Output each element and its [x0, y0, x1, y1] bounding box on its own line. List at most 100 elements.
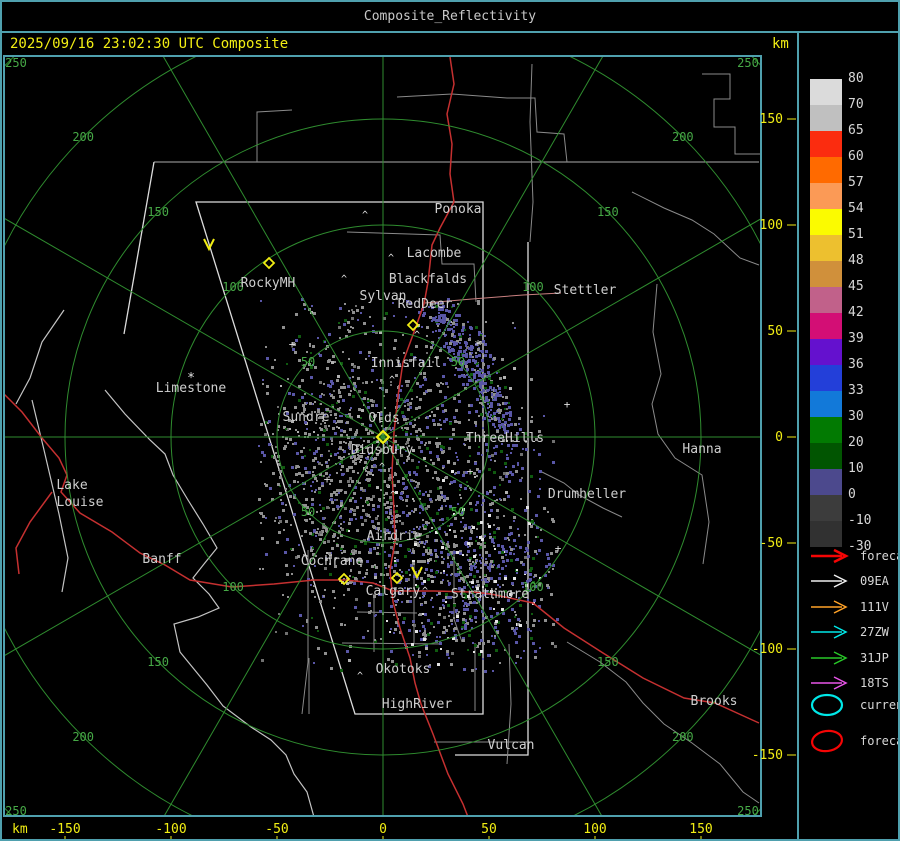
echo-cell — [413, 511, 415, 513]
echo-cell — [328, 425, 330, 427]
echo-cell — [338, 525, 340, 527]
echo-cell — [364, 391, 367, 394]
echo-cell — [278, 516, 281, 519]
echo-cell — [291, 573, 293, 575]
echo-cell — [499, 573, 501, 575]
echo-cell — [490, 615, 493, 618]
scale-edge-label: 70 — [848, 97, 864, 112]
echo-cell — [411, 479, 413, 481]
echo-cell — [492, 642, 495, 645]
echo-cell — [421, 622, 423, 624]
echo-cell — [379, 343, 382, 346]
scale-color-box — [810, 313, 842, 339]
echo-cell — [354, 458, 357, 461]
echo-cell — [326, 367, 329, 370]
echo-cell — [435, 560, 437, 562]
echo-cell — [336, 426, 338, 428]
echo-cell — [513, 516, 516, 519]
right-axis-tick-label: 50 — [767, 324, 783, 339]
echo-cell — [527, 628, 530, 631]
scale-color-box — [810, 131, 842, 157]
scale-color-box — [810, 235, 842, 261]
echo-cell — [312, 471, 314, 473]
plus-marker-icon: + — [324, 473, 331, 486]
echo-cell — [490, 409, 492, 411]
echo-cell — [498, 371, 500, 373]
echo-cell — [451, 470, 454, 473]
echo-cell — [294, 351, 297, 354]
bottom-axis-tick-label: 100 — [583, 822, 606, 837]
echo-cell — [551, 642, 554, 645]
echo-cell — [274, 359, 276, 361]
echo-cell — [409, 574, 411, 576]
echo-cell — [461, 329, 464, 332]
echo-cell — [417, 482, 420, 485]
echo-cell — [349, 575, 351, 577]
echo-cell — [411, 416, 413, 418]
echo-cell — [435, 499, 437, 501]
echo-cell — [494, 637, 496, 639]
radar-map[interactable]: 5010015020025050100150200250501001502002… — [2, 2, 900, 841]
echo-cell — [321, 464, 323, 466]
echo-cell — [288, 392, 291, 395]
echo-cell — [478, 470, 481, 473]
echo-cell — [406, 514, 409, 517]
echo-cell — [479, 368, 481, 370]
echo-cell — [524, 556, 527, 559]
legend-arrow-forecast-row: forecast — [808, 543, 898, 569]
echo-cell — [329, 385, 332, 388]
echo-cell — [268, 420, 271, 423]
echo-cell — [375, 517, 378, 520]
range-ring-label: 250 — [5, 56, 27, 70]
echo-cell — [320, 428, 323, 431]
echo-cell — [528, 490, 531, 493]
echo-cell — [271, 366, 274, 369]
echo-cell — [368, 611, 371, 614]
echo-cell — [425, 568, 428, 571]
echo-cell — [344, 507, 347, 510]
echo-cell — [286, 573, 289, 576]
echo-cell — [340, 502, 343, 505]
legend-arrow-111V-row: 111V — [808, 594, 889, 620]
echo-cell — [474, 462, 477, 465]
echo-cell — [455, 452, 457, 454]
scale-color-box — [810, 105, 842, 131]
echo-cell — [464, 329, 466, 331]
echo-cell — [379, 387, 381, 389]
city-label: Drumheller — [548, 487, 626, 502]
echo-cell — [324, 341, 326, 343]
echo-cell — [266, 357, 269, 360]
echo-cell — [330, 414, 332, 416]
echo-cell — [498, 387, 501, 390]
echo-cell — [316, 480, 318, 482]
echo-cell — [477, 452, 480, 455]
echo-cell — [360, 516, 363, 519]
echo-cell — [315, 439, 317, 441]
echo-cell — [435, 442, 438, 445]
echo-cell — [401, 385, 403, 387]
echo-cell — [519, 546, 522, 549]
echo-cell — [462, 333, 464, 335]
echo-cell — [480, 543, 483, 546]
echo-cell — [453, 530, 456, 533]
echo-cell — [310, 549, 313, 552]
echo-cell — [440, 551, 443, 554]
echo-cell — [278, 469, 280, 471]
echo-cell — [401, 601, 403, 603]
echo-cell — [385, 507, 387, 509]
echo-cell — [435, 553, 437, 555]
echo-cell — [289, 428, 291, 430]
echo-cell — [493, 357, 496, 360]
echo-cell — [300, 450, 303, 453]
echo-cell — [320, 403, 322, 405]
scale-edge-label: 54 — [848, 201, 864, 216]
echo-cell — [489, 533, 491, 535]
echo-cell — [301, 535, 303, 537]
echo-cell — [436, 512, 439, 515]
echo-cell — [467, 649, 469, 651]
echo-cell — [355, 518, 357, 520]
echo-cell — [272, 433, 274, 435]
echo-cell — [452, 304, 455, 307]
echo-cell — [425, 442, 427, 444]
echo-cell — [278, 613, 280, 615]
